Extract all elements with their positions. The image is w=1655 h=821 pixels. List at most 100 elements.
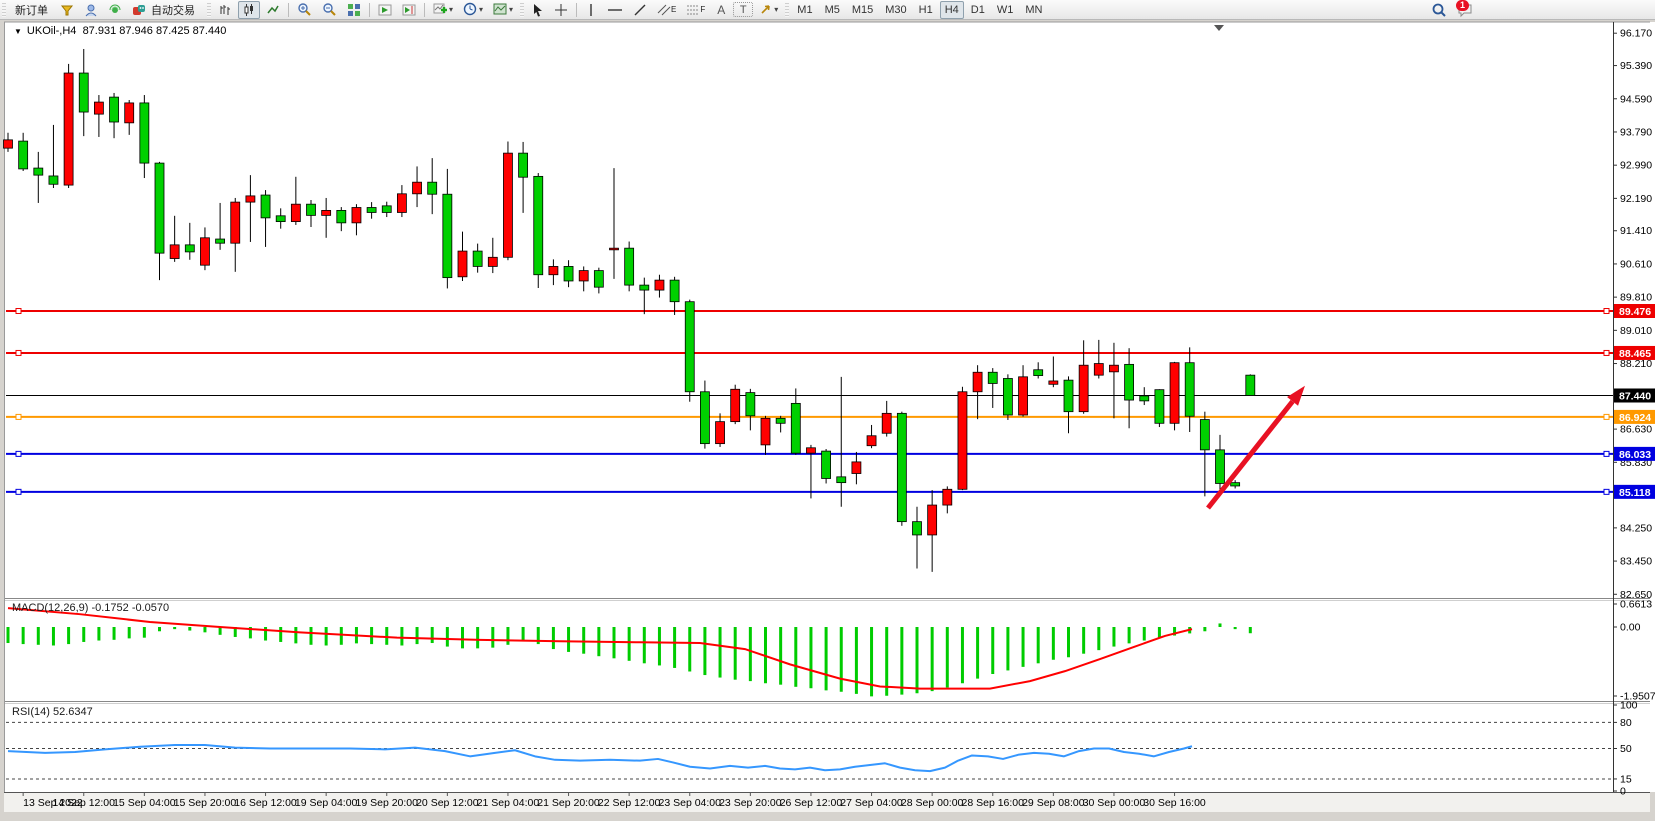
timeframe-button-m1[interactable]: M1 bbox=[792, 1, 817, 19]
candle-body[interactable] bbox=[322, 210, 331, 215]
signals-icon[interactable] bbox=[104, 1, 126, 19]
line-handle[interactable] bbox=[1604, 309, 1609, 314]
candle-body[interactable] bbox=[291, 204, 300, 221]
text-tool-button[interactable]: A bbox=[711, 1, 731, 19]
candle-body[interactable] bbox=[640, 285, 649, 290]
candle-body[interactable] bbox=[413, 182, 422, 194]
autotrading-button[interactable]: 自动交易 bbox=[128, 1, 204, 19]
candle-body[interactable] bbox=[958, 392, 967, 490]
candle-body[interactable] bbox=[503, 153, 512, 257]
candle-body[interactable] bbox=[4, 140, 13, 148]
candle-body[interactable] bbox=[519, 153, 528, 177]
line-handle[interactable] bbox=[1604, 350, 1609, 355]
candle-body[interactable] bbox=[443, 194, 452, 277]
candle-body[interactable] bbox=[700, 392, 709, 444]
bar-chart-type-icon[interactable] bbox=[214, 1, 236, 19]
candle-body[interactable] bbox=[1216, 450, 1225, 484]
chevron-down-icon[interactable]: ▾ bbox=[509, 5, 513, 14]
candle-body[interactable] bbox=[1034, 370, 1043, 376]
timeframe-button-m15[interactable]: M15 bbox=[847, 1, 878, 19]
trendline-tool-icon[interactable] bbox=[629, 1, 651, 19]
candle-body[interactable] bbox=[352, 207, 361, 222]
candle-body[interactable] bbox=[1064, 380, 1073, 412]
candle-body[interactable] bbox=[1155, 390, 1164, 424]
candle-body[interactable] bbox=[185, 245, 194, 252]
arrows-tool-icon[interactable]: ▾ bbox=[755, 1, 782, 19]
candle-body[interactable] bbox=[1200, 420, 1209, 450]
crosshair-icon[interactable] bbox=[550, 1, 572, 19]
candle-body[interactable] bbox=[246, 196, 255, 202]
candle-body[interactable] bbox=[428, 182, 437, 194]
candle-body[interactable] bbox=[200, 238, 209, 265]
line-handle[interactable] bbox=[16, 350, 21, 355]
candle-body[interactable] bbox=[1109, 365, 1118, 372]
candle-body[interactable] bbox=[1019, 377, 1028, 415]
candle-body[interactable] bbox=[231, 202, 240, 243]
candle-body[interactable] bbox=[776, 418, 785, 423]
candle-body[interactable] bbox=[973, 372, 982, 392]
vertical-line-tool-icon[interactable] bbox=[581, 1, 601, 19]
candle-body[interactable] bbox=[64, 73, 73, 185]
candle-body[interactable] bbox=[988, 372, 997, 383]
candle-body[interactable] bbox=[1094, 364, 1103, 376]
candle-body[interactable] bbox=[1170, 363, 1179, 424]
candle-body[interactable] bbox=[34, 168, 43, 175]
candle-body[interactable] bbox=[655, 280, 664, 290]
line-handle[interactable] bbox=[1604, 414, 1609, 419]
candle-body[interactable] bbox=[19, 141, 28, 169]
candle-body[interactable] bbox=[534, 176, 543, 274]
chevron-down-icon[interactable]: ▾ bbox=[449, 5, 453, 14]
candle-body[interactable] bbox=[564, 266, 573, 281]
candle-body[interactable] bbox=[1185, 363, 1194, 417]
candle-body[interactable] bbox=[367, 207, 376, 212]
candle-body[interactable] bbox=[928, 505, 937, 535]
text-label-tool-button[interactable]: T bbox=[733, 2, 753, 17]
channel-tool-icon[interactable]: E bbox=[653, 1, 680, 19]
chat-notifications-icon[interactable]: 1 bbox=[1453, 1, 1478, 19]
support-headset-icon[interactable] bbox=[80, 1, 102, 19]
chevron-down-icon[interactable]: ▾ bbox=[774, 5, 778, 14]
candle-body[interactable] bbox=[94, 102, 103, 114]
tile-windows-icon[interactable] bbox=[343, 1, 365, 19]
candle-body[interactable] bbox=[458, 251, 467, 277]
fibonacci-tool-icon[interactable]: F bbox=[682, 1, 709, 19]
candle-body[interactable] bbox=[397, 194, 406, 213]
timeframe-button-m5[interactable]: M5 bbox=[820, 1, 845, 19]
candle-body[interactable] bbox=[913, 522, 922, 535]
chevron-down-icon[interactable]: ▾ bbox=[479, 5, 483, 14]
candle-body[interactable] bbox=[761, 418, 770, 445]
candle-body[interactable] bbox=[473, 251, 482, 266]
line-handle[interactable] bbox=[16, 489, 21, 494]
line-handle[interactable] bbox=[16, 309, 21, 314]
candle-body[interactable] bbox=[579, 271, 588, 281]
candle-body[interactable] bbox=[1049, 381, 1058, 384]
candle-body[interactable] bbox=[170, 245, 179, 259]
candle-body[interactable] bbox=[685, 302, 694, 392]
candle-body[interactable] bbox=[1231, 483, 1240, 486]
templates-icon[interactable]: ▾ bbox=[489, 1, 517, 19]
candle-body[interactable] bbox=[382, 206, 391, 213]
line-chart-type-icon[interactable] bbox=[262, 1, 284, 19]
candle-body[interactable] bbox=[276, 216, 285, 222]
timeframe-button-w1[interactable]: W1 bbox=[992, 1, 1019, 19]
timeframe-button-h4[interactable]: H4 bbox=[940, 1, 964, 19]
zoom-out-icon[interactable] bbox=[318, 1, 341, 19]
candle-body[interactable] bbox=[488, 257, 497, 266]
candle-body[interactable] bbox=[1079, 365, 1088, 411]
candle-body[interactable] bbox=[731, 389, 740, 421]
candle-body[interactable] bbox=[125, 103, 134, 123]
candle-body[interactable] bbox=[837, 477, 846, 483]
candle-body[interactable] bbox=[867, 436, 876, 446]
candle-body[interactable] bbox=[1003, 378, 1012, 415]
candle-body[interactable] bbox=[1140, 396, 1149, 401]
candle-body[interactable] bbox=[716, 422, 725, 444]
chart-shift-icon[interactable] bbox=[398, 1, 420, 19]
candle-body[interactable] bbox=[155, 163, 164, 253]
candle-body[interactable] bbox=[625, 248, 634, 285]
timeframe-button-h1[interactable]: H1 bbox=[914, 1, 938, 19]
candle-body[interactable] bbox=[670, 280, 679, 302]
candle-body[interactable] bbox=[791, 403, 800, 453]
candle-body[interactable] bbox=[261, 195, 270, 218]
horizontal-line-tool-icon[interactable] bbox=[603, 1, 627, 19]
search-icon[interactable] bbox=[1427, 1, 1451, 19]
